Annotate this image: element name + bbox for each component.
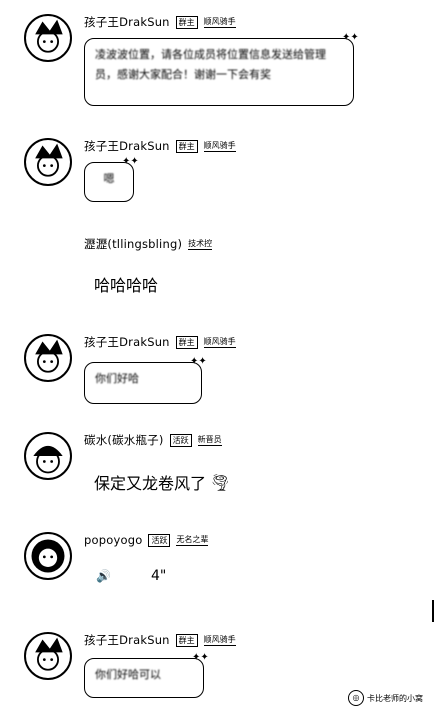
message-meta: 孩子王DrakSun 群主 顺风骑手 (84, 334, 236, 350)
avatar[interactable] (24, 334, 72, 382)
sparkle-icon: ✦✦ (190, 356, 207, 367)
message-text: 你们好哈可以 (95, 668, 161, 681)
title-badge: 顺风骑手 (203, 141, 236, 152)
scrollbar[interactable] (432, 600, 434, 622)
message-text: 凌波波位置，请各位成员将位置信息发送给管理员，感谢大家配合！谢谢一下会有奖 (95, 48, 326, 81)
watermark: ◎ 卡比老师的小窝 (348, 690, 423, 706)
message-bubble[interactable]: 嗯 (84, 162, 134, 202)
sparkle-icon: ✦✦ (122, 156, 139, 167)
title-badge: 无名之辈 (176, 535, 209, 546)
username[interactable]: 孩子王DrakSun (84, 632, 170, 648)
message-text: 你们好哈 (95, 372, 139, 385)
avatar[interactable] (24, 532, 72, 580)
wechat-icon: ◎ (348, 690, 364, 706)
sparkle-icon: ✦✦ (192, 652, 209, 663)
title-badge: 顺风骑手 (203, 337, 236, 348)
username[interactable]: 孩子王DrakSun (84, 14, 170, 30)
role-badge: 群主 (175, 633, 198, 647)
title-badge: 新晋员 (197, 435, 222, 446)
message-bubble[interactable]: 你们好哈可以 (84, 658, 204, 698)
avatar[interactable] (24, 432, 72, 480)
tornado-emoji-icon: 🌪 (210, 472, 231, 492)
message-text-content: 保定又龙卷风了 (94, 474, 207, 493)
avatar[interactable] (24, 138, 72, 186)
title-badge: 顺风骑手 (203, 635, 236, 646)
role-badge: 活跃 (148, 533, 171, 547)
message-meta: popoyogo 活跃 无名之辈 (84, 532, 209, 548)
role-badge: 群主 (175, 335, 198, 349)
speaker-icon: 🔊 (96, 569, 111, 583)
message-text[interactable]: 哈哈哈哈 (94, 272, 158, 296)
message-meta: 瀝瀝(tllingsbling) 技术控 (84, 236, 213, 252)
title-badge: 技术控 (188, 239, 213, 250)
message-meta: 孩子王DrakSun 群主 顺风骑手 (84, 14, 236, 30)
username[interactable]: 瀝瀝(tllingsbling) (84, 236, 182, 252)
message-meta: 碳水(碳水瓶子) 活跃 新晋员 (84, 432, 222, 448)
username[interactable]: 碳水(碳水瓶子) (84, 432, 164, 448)
message-text[interactable]: 保定又龙卷风了 🌪 (94, 470, 230, 494)
username[interactable]: popoyogo (84, 533, 142, 547)
role-badge: 活跃 (169, 433, 192, 447)
message-meta: 孩子王DrakSun 群主 顺风骑手 (84, 138, 236, 154)
title-badge: 顺风骑手 (203, 17, 236, 28)
message-bubble[interactable]: 你们好哈 (84, 362, 202, 404)
username[interactable]: 孩子王DrakSun (84, 138, 170, 154)
avatar[interactable] (24, 632, 72, 680)
message-bubble[interactable]: 凌波波位置，请各位成员将位置信息发送给管理员，感谢大家配合！谢谢一下会有奖 (84, 38, 354, 106)
role-badge: 群主 (175, 139, 198, 153)
voice-duration: 4" (150, 568, 167, 584)
message-text: 嗯 (103, 172, 115, 185)
voice-message[interactable]: 🔊 4" (96, 568, 166, 584)
sparkle-icon: ✦✦ (342, 32, 359, 43)
username[interactable]: 孩子王DrakSun (84, 334, 170, 350)
avatar[interactable] (24, 14, 72, 62)
message-meta: 孩子王DrakSun 群主 顺风骑手 (84, 632, 236, 648)
role-badge: 群主 (175, 15, 198, 29)
watermark-text: 卡比老师的小窝 (367, 693, 423, 703)
